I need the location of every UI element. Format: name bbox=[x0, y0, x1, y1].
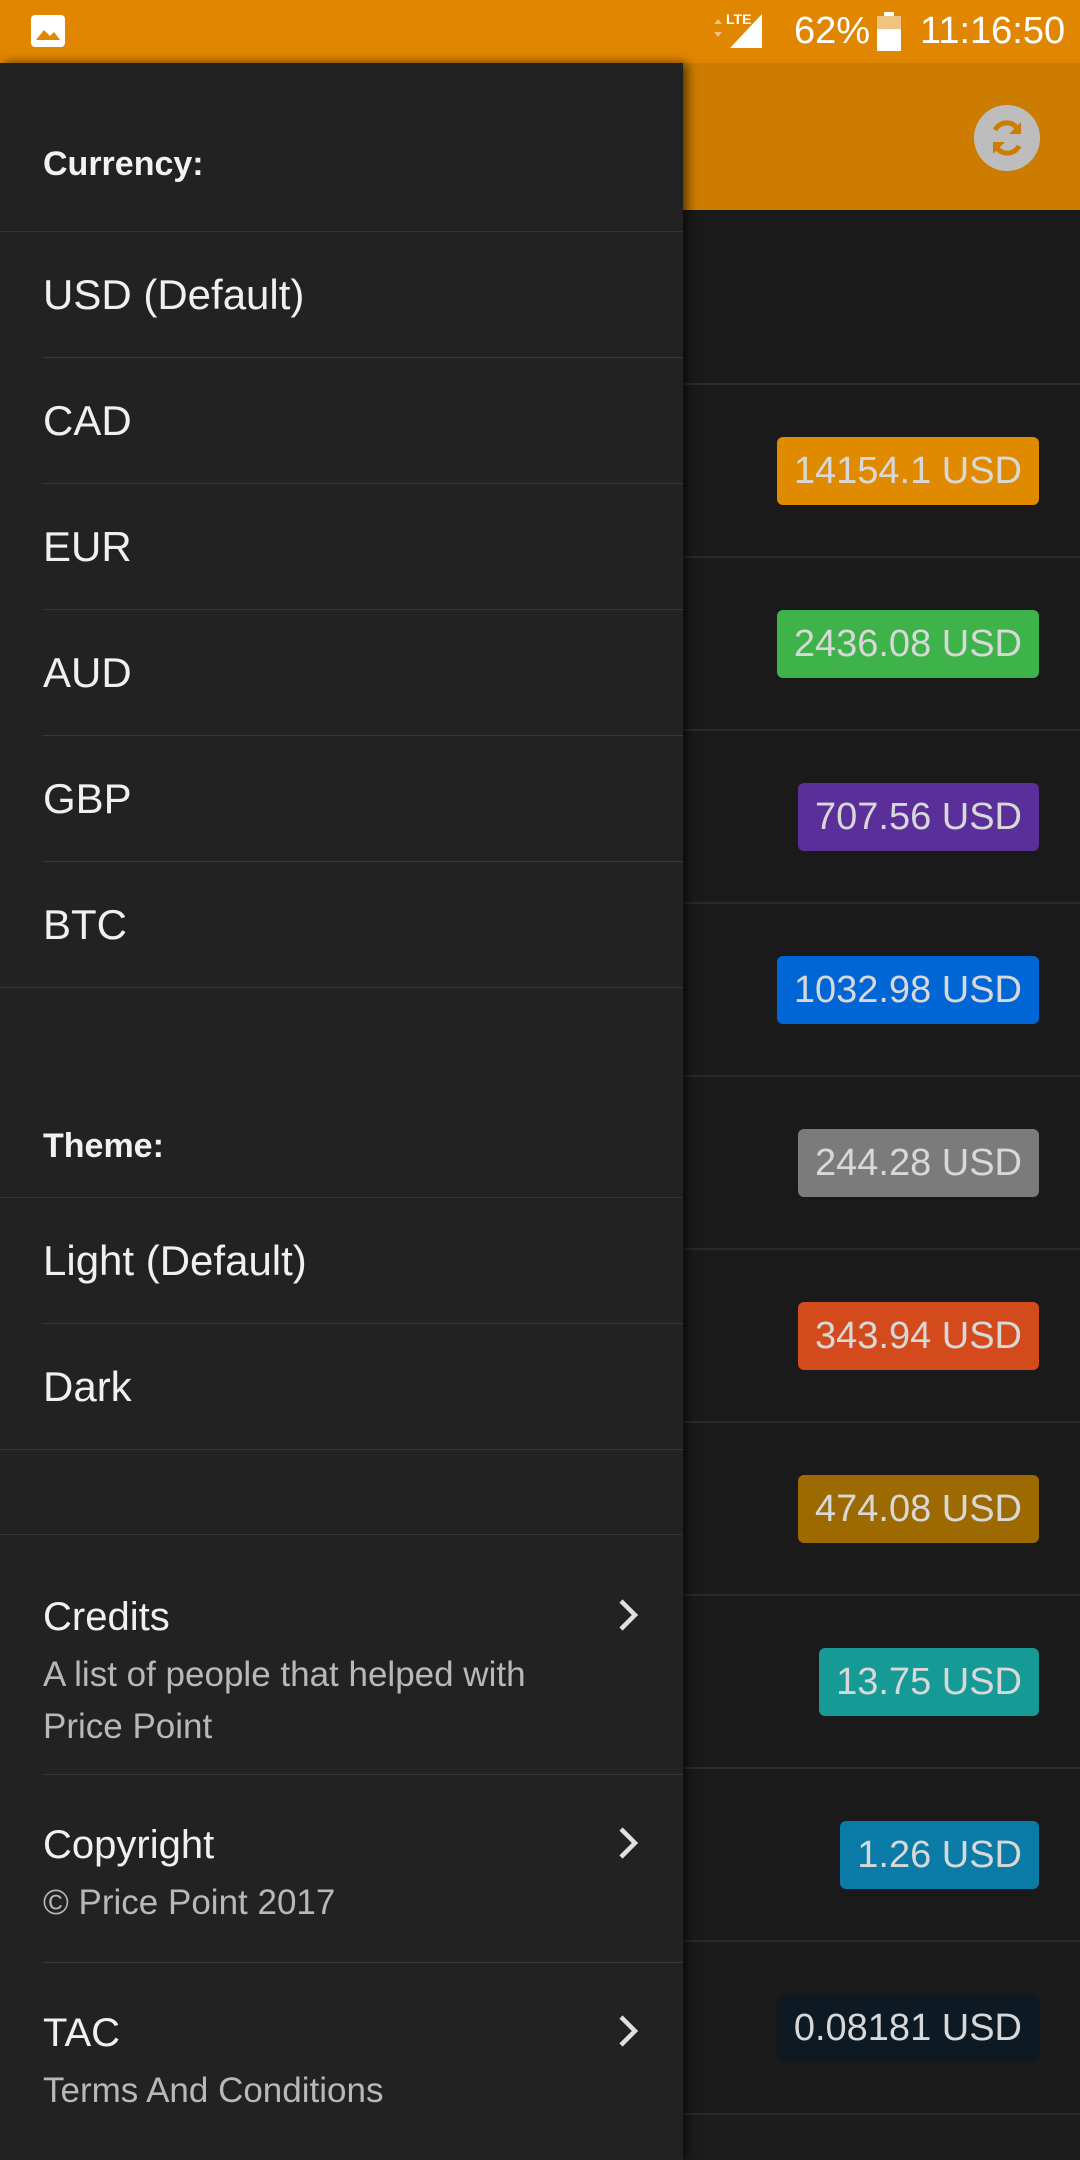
theme-option-light[interactable]: Light (Default) bbox=[0, 1198, 683, 1324]
price-badge: 1.26 USD bbox=[840, 1821, 1039, 1889]
currency-option-usd[interactable]: USD (Default) bbox=[0, 232, 683, 358]
theme-option-label: Dark bbox=[43, 1363, 132, 1410]
lte-signal-icon: LTE bbox=[706, 10, 772, 50]
price-badge: 14154.1 USD bbox=[776, 437, 1039, 505]
credits-link[interactable]: Credits A list of people that helped wit… bbox=[0, 1535, 683, 1775]
credits-subtitle: A list of people that helped with Price … bbox=[43, 1655, 526, 1746]
price-badge: 1032.98 USD bbox=[776, 956, 1039, 1024]
price-badge: 0.08181 USD bbox=[776, 1994, 1039, 2062]
currency-option-label: USD (Default) bbox=[43, 271, 305, 318]
refresh-icon bbox=[992, 120, 1022, 156]
divider bbox=[0, 1449, 683, 1450]
chevron-right-icon bbox=[619, 1599, 639, 1631]
credits-title: Credits bbox=[43, 1595, 170, 1639]
currency-option-label: CAD bbox=[43, 397, 132, 444]
spacer bbox=[0, 1450, 683, 1535]
chevron-right-icon bbox=[619, 1827, 639, 1859]
price-badge: 244.28 USD bbox=[797, 1129, 1039, 1197]
theme-option-dark[interactable]: Dark bbox=[0, 1324, 683, 1450]
currency-option-eur[interactable]: EUR bbox=[0, 484, 683, 610]
currency-option-label: EUR bbox=[43, 523, 132, 570]
price-badge: 474.08 USD bbox=[797, 1475, 1039, 1543]
battery-percentage: 62% bbox=[794, 10, 871, 52]
status-bar: LTE 62% 11:16:50 bbox=[0, 0, 1080, 63]
theme-option-label: Light (Default) bbox=[43, 1237, 307, 1284]
currency-option-cad[interactable]: CAD bbox=[0, 358, 683, 484]
settings-drawer: Currency: USD (Default) CAD EUR AUD GBP … bbox=[0, 63, 683, 2160]
currency-option-label: AUD bbox=[43, 649, 132, 696]
price-badge: 13.75 USD bbox=[819, 1648, 1039, 1716]
currency-option-btc[interactable]: BTC bbox=[0, 862, 683, 988]
currency-option-gbp[interactable]: GBP bbox=[0, 736, 683, 862]
divider bbox=[0, 987, 683, 988]
tac-link[interactable]: TAC Terms And Conditions bbox=[0, 1963, 683, 2153]
currency-section-header: Currency: bbox=[0, 63, 683, 232]
svg-text:LTE: LTE bbox=[726, 11, 751, 27]
copyright-title: Copyright bbox=[43, 1823, 215, 1867]
price-badge: 707.56 USD bbox=[797, 783, 1039, 851]
tac-title: TAC bbox=[43, 2011, 121, 2055]
currency-option-aud[interactable]: AUD bbox=[0, 610, 683, 736]
currency-option-label: GBP bbox=[43, 775, 132, 822]
tac-subtitle: Terms And Conditions bbox=[43, 2071, 384, 2110]
image-notification-icon bbox=[30, 14, 66, 48]
price-badge: 2436.08 USD bbox=[776, 610, 1039, 678]
clock: 11:16:50 bbox=[920, 10, 1066, 52]
chevron-right-icon bbox=[619, 2015, 639, 2047]
copyright-link[interactable]: Copyright © Price Point 2017 bbox=[0, 1775, 683, 1963]
currency-option-label: BTC bbox=[43, 901, 127, 948]
refresh-button[interactable] bbox=[974, 105, 1040, 171]
price-badge: 343.94 USD bbox=[797, 1302, 1039, 1370]
theme-section-header: Theme: bbox=[0, 1073, 683, 1198]
battery-icon bbox=[876, 12, 902, 52]
copyright-subtitle: © Price Point 2017 bbox=[43, 1883, 336, 1922]
